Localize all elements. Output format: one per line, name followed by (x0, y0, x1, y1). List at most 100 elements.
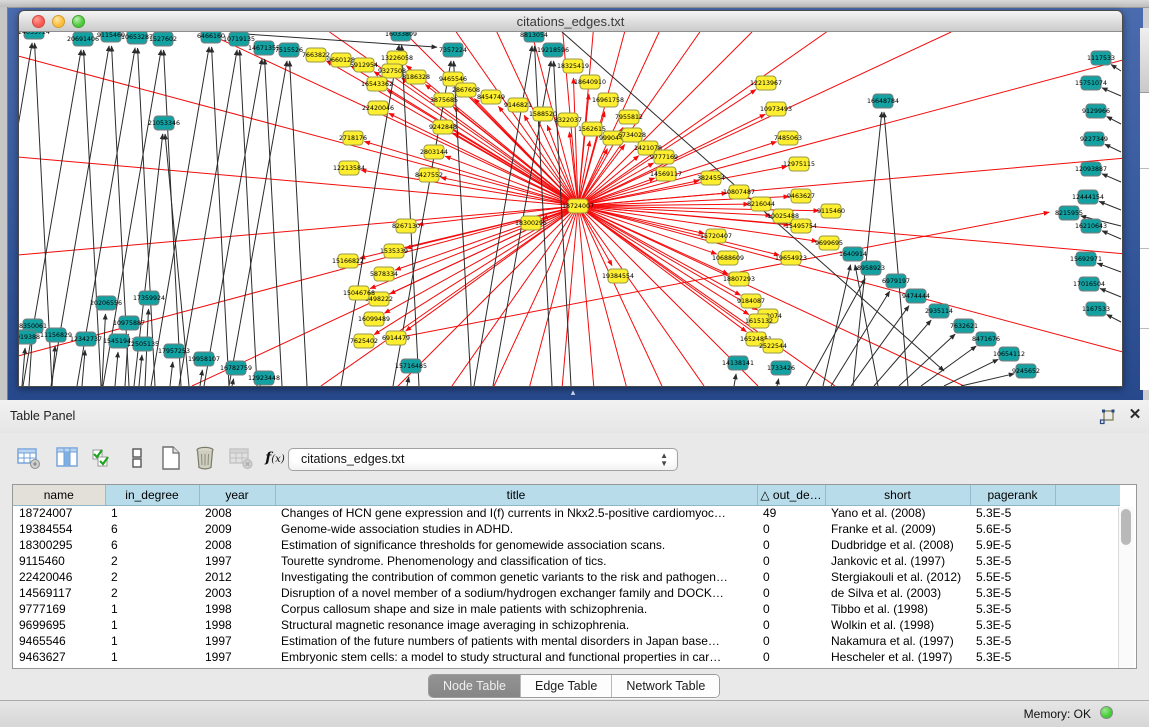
scrollbar-thumb[interactable] (1121, 509, 1131, 545)
table-cell[interactable]: 1997 (199, 553, 275, 569)
table-cell[interactable]: Changes of HCN gene expression and I(f) … (275, 505, 757, 521)
table-cell[interactable]: 1997 (199, 649, 275, 665)
table-cell[interactable]: 22420046 (13, 569, 105, 585)
column-header-in_degree[interactable]: in_degree (105, 485, 199, 505)
table-cell[interactable]: 2012 (199, 569, 275, 585)
table-row[interactable]: 1872400712008Changes of HCN gene express… (13, 505, 1120, 521)
table-cell[interactable]: 18724007 (13, 505, 105, 521)
table-cell[interactable]: 9465546 (13, 633, 105, 649)
table-row[interactable]: 1938455462009Genome-wide association stu… (13, 521, 1120, 537)
table-cell[interactable]: 0 (757, 649, 825, 665)
table-cell[interactable]: 14569117 (13, 585, 105, 601)
table-cell[interactable]: Embryonic stem cells: a model to study s… (275, 649, 757, 665)
tab-network-table[interactable]: Network Table (612, 675, 719, 697)
table-options-icon[interactable] (16, 445, 42, 471)
table-cell[interactable]: Wolkin et al. (1998) (825, 617, 970, 633)
table-cell[interactable]: 5.9E-5 (970, 537, 1055, 553)
table-cell[interactable]: 5.5E-5 (970, 569, 1055, 585)
table-cell[interactable]: 6 (105, 521, 199, 537)
table-cell[interactable]: 1 (105, 601, 199, 617)
table-cell[interactable]: 5.3E-5 (970, 633, 1055, 649)
table-row[interactable]: 911546021997Tourette syndrome. Phenomeno… (13, 553, 1120, 569)
table-cell[interactable]: 9115460 (13, 553, 105, 569)
table-cell[interactable]: 2008 (199, 537, 275, 553)
network-graph-canvas[interactable]: 2405572420691406911546010653287152760264… (19, 32, 1122, 386)
table-cell[interactable]: Jankovic et al. (1997) (825, 553, 970, 569)
table-cell[interactable]: Nakamura et al. (1997) (825, 633, 970, 649)
table-cell[interactable]: 0 (757, 553, 825, 569)
table-cell[interactable]: 9699695 (13, 617, 105, 633)
table-row[interactable]: 946362711997Embryonic stem cells: a mode… (13, 649, 1120, 665)
table-row[interactable]: 2242004622012Investigating the contribut… (13, 569, 1120, 585)
new-table-icon[interactable] (158, 445, 184, 471)
table-cell[interactable]: 2003 (199, 585, 275, 601)
table-cell[interactable]: 5.3E-5 (970, 505, 1055, 521)
table-cell[interactable]: 5.3E-5 (970, 601, 1055, 617)
table-cell[interactable]: 2 (105, 585, 199, 601)
column-header-out_de[interactable]: △ out_de… (757, 485, 825, 505)
select-all-icon[interactable] (90, 445, 116, 471)
table-cell[interactable]: 1997 (199, 633, 275, 649)
table-cell[interactable]: 0 (757, 585, 825, 601)
table-cell[interactable]: 1998 (199, 617, 275, 633)
table-row[interactable]: 969969511998Structural magnetic resonanc… (13, 617, 1120, 633)
table-cell[interactable]: 2 (105, 569, 199, 585)
table-cell[interactable]: 19384554 (13, 521, 105, 537)
table-cell[interactable]: Structural magnetic resonance image aver… (275, 617, 757, 633)
table-cell[interactable]: 0 (757, 617, 825, 633)
table-cell[interactable]: Yano et al. (2008) (825, 505, 970, 521)
table-cell[interactable]: Disruption of a novel member of a sodium… (275, 585, 757, 601)
table-cell[interactable]: 9777169 (13, 601, 105, 617)
table-cell[interactable]: 0 (757, 521, 825, 537)
table-cell[interactable]: 0 (757, 569, 825, 585)
table-cell[interactable]: Corpus callosum shape and size in male p… (275, 601, 757, 617)
table-cell[interactable]: 1 (105, 617, 199, 633)
close-panel-icon[interactable]: ✕ (1126, 406, 1144, 424)
table-cell[interactable]: 0 (757, 633, 825, 649)
table-cell[interactable]: Genome-wide association studies in ADHD. (275, 521, 757, 537)
table-cell[interactable]: 5.3E-5 (970, 649, 1055, 665)
citation-network-graph[interactable]: 2405572420691406911546010653287152760264… (19, 32, 1122, 386)
table-cell[interactable]: 1 (105, 633, 199, 649)
delete-rows-icon[interactable] (192, 445, 218, 471)
panel-splitter[interactable]: ▴ (566, 388, 580, 398)
table-cell[interactable]: 5.3E-5 (970, 617, 1055, 633)
table-cell[interactable]: 2009 (199, 521, 275, 537)
column-header-pagerank[interactable]: pagerank (970, 485, 1055, 505)
column-header-year[interactable]: year (199, 485, 275, 505)
tab-node-table[interactable]: Node Table (429, 675, 521, 697)
table-row[interactable]: 1456911722003Disruption of a novel membe… (13, 585, 1120, 601)
table-cell[interactable]: 1 (105, 505, 199, 521)
table-cell[interactable]: 5.3E-5 (970, 553, 1055, 569)
table-cell[interactable]: Stergiakouli et al. (2012) (825, 569, 970, 585)
table-cell[interactable]: Tourette syndrome. Phenomenology and cla… (275, 553, 757, 569)
table-scrollbar[interactable] (1118, 507, 1134, 668)
table-cell[interactable]: Hescheler et al. (1997) (825, 649, 970, 665)
table-cell[interactable]: Tibbo et al. (1998) (825, 601, 970, 617)
table-cell[interactable]: 49 (757, 505, 825, 521)
column-header-title[interactable]: title (275, 485, 757, 505)
function-builder-icon[interactable]: f(x) (262, 445, 288, 471)
tab-edge-table[interactable]: Edge Table (521, 675, 612, 697)
table-cell[interactable]: 6 (105, 537, 199, 553)
table-cell[interactable]: 2008 (199, 505, 275, 521)
table-row[interactable]: 977716911998Corpus callosum shape and si… (13, 601, 1120, 617)
table-cell[interactable]: 1 (105, 649, 199, 665)
table-row[interactable]: 1830029562008Estimation of significance … (13, 537, 1120, 553)
float-panel-icon[interactable] (1098, 408, 1116, 426)
table-cell[interactable]: 0 (757, 537, 825, 553)
table-cell[interactable]: Estimation of significance thresholds fo… (275, 537, 757, 553)
table-cell[interactable]: Estimation of the future numbers of pati… (275, 633, 757, 649)
table-cell[interactable]: Investigating the contribution of common… (275, 569, 757, 585)
table-cell[interactable]: 5.6E-5 (970, 521, 1055, 537)
table-cell[interactable]: 2 (105, 553, 199, 569)
row-height-icon[interactable] (124, 445, 150, 471)
table-cell[interactable]: 18300295 (13, 537, 105, 553)
column-header-short[interactable]: short (825, 485, 970, 505)
window-titlebar[interactable]: citations_edges.txt (19, 11, 1122, 32)
table-cell[interactable]: 9463627 (13, 649, 105, 665)
table-cell[interactable]: Franke et al. (2009) (825, 521, 970, 537)
table-cell[interactable]: 1998 (199, 601, 275, 617)
show-columns-icon[interactable] (54, 445, 80, 471)
table-cell[interactable]: Dudbridge et al. (2008) (825, 537, 970, 553)
